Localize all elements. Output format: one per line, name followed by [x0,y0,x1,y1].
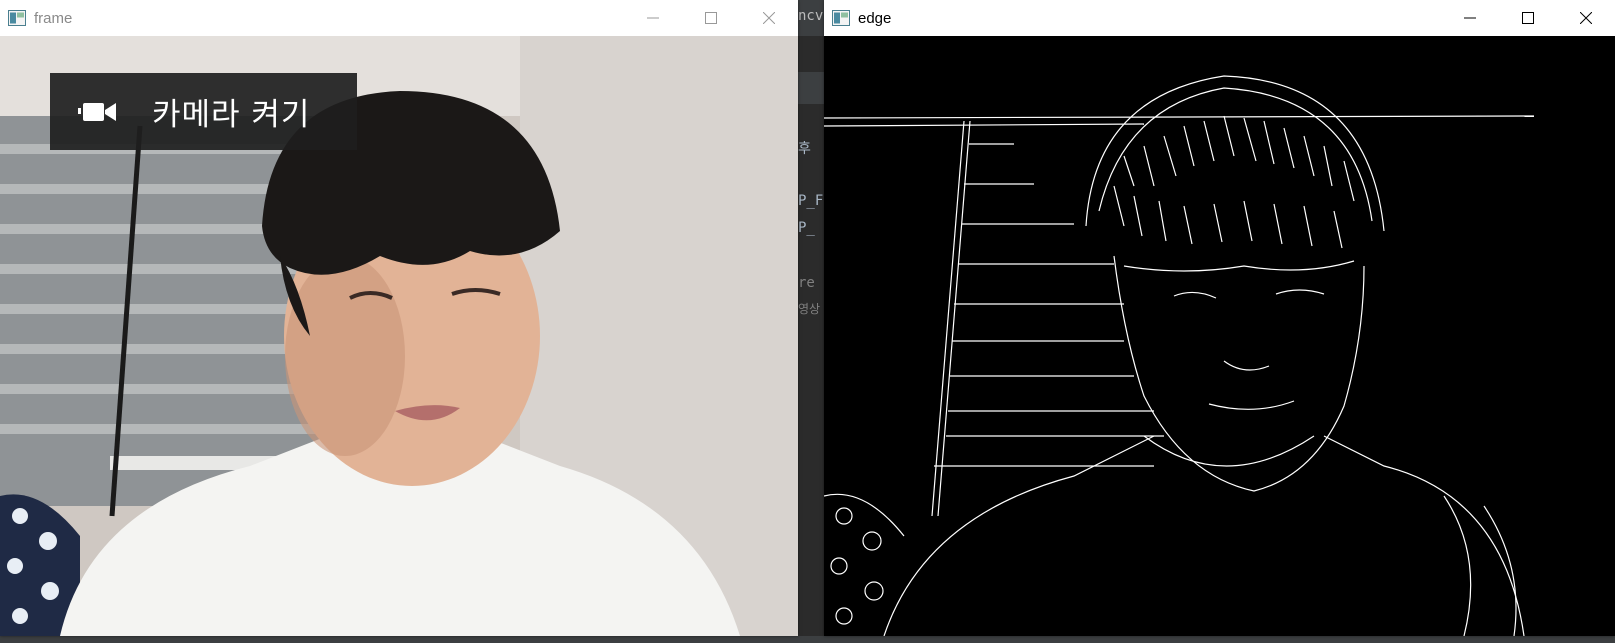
camera-on-button[interactable]: 카메라 켜기 [50,73,357,150]
close-button[interactable] [1557,0,1615,36]
edge-detection-image [824,36,1615,636]
close-button[interactable] [740,0,798,36]
camera-on-label: 카메라 켜기 [152,97,311,133]
camera-feed: 카메라 켜기 [0,36,798,636]
background-ide-strip: ncv 후 P_F P_ re 영상 [798,0,824,643]
minimize-icon [647,17,659,19]
maximize-icon [705,12,717,24]
ide-code-fragment: P_F [798,193,824,209]
edge-window: edge [824,0,1615,636]
ide-tab-fragment: ncv [798,8,824,24]
frame-titlebar[interactable]: frame [0,0,798,36]
window-title: frame [34,9,73,27]
opencv-window-icon [832,10,850,26]
opencv-window-icon [8,10,26,26]
frame-window: frame 카메라 켜기 [0,0,798,636]
close-icon [1580,12,1592,24]
maximize-button[interactable] [682,0,740,36]
ide-code-fragment: re [798,275,815,291]
edge-titlebar[interactable]: edge [824,0,1615,36]
minimize-button[interactable] [624,0,682,36]
ide-code-fragment: 후 [798,141,811,157]
minimize-button[interactable] [1441,0,1499,36]
video-camera-icon [78,102,116,121]
ide-code-fragment: P_ [798,220,815,236]
maximize-button[interactable] [1499,0,1557,36]
window-title: edge [858,9,892,27]
edge-image [824,36,1615,636]
ide-code-fragment: 영상 [798,302,821,316]
minimize-icon [1464,17,1476,19]
taskbar-edge [0,636,1615,643]
ide-toolbar [798,72,824,104]
close-icon [763,12,775,24]
maximize-icon [1522,12,1534,24]
